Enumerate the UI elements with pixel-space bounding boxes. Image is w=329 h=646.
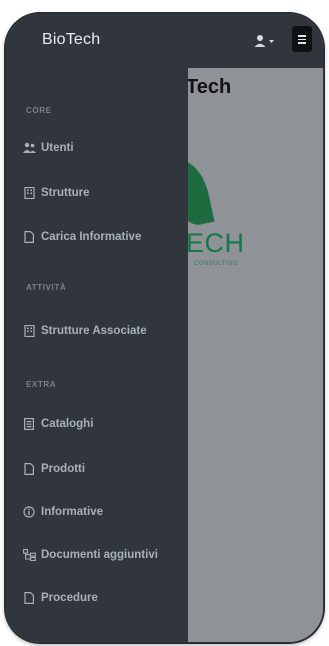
sidebar-item-informative[interactable]: Informative [22, 501, 103, 523]
sidebar-item-label: Prodotti [41, 463, 86, 475]
sidebar-item-documenti-aggiuntivi[interactable]: Documenti aggiuntivi [22, 544, 158, 566]
sidebar-item-procedure[interactable]: Procedure [22, 587, 98, 609]
section-heading-extra: EXTRA [26, 380, 57, 389]
users-icon [22, 141, 36, 155]
sidebar-item-strutture-associate[interactable]: Strutture Associate [22, 320, 147, 342]
sidebar-item-label: Carica Informative [41, 231, 142, 243]
hamburger-icon [298, 42, 306, 44]
sidebar-item-label: Strutture Associate [41, 325, 147, 337]
page-title: Tech [186, 76, 232, 98]
sidebar-item-carica-informative[interactable]: Carica Informative [22, 226, 141, 248]
sidebar-item-label: Strutture [41, 187, 90, 199]
phone-frame: Tech ECH CONSULTING BioTech CORE Utenti [6, 14, 323, 642]
building-icon [22, 186, 36, 200]
building-icon [22, 324, 36, 338]
sidebar-item-label: Documenti aggiuntivi [41, 549, 158, 561]
folder-tree-icon [22, 548, 36, 562]
brand-title[interactable]: BioTech [42, 31, 100, 49]
sidebar-item-label: Procedure [41, 592, 98, 604]
file-icon [22, 230, 36, 244]
sidebar-item-strutture[interactable]: Strutture [22, 182, 90, 204]
hamburger-icon [298, 38, 306, 40]
top-navbar: BioTech [6, 14, 323, 68]
menu-toggle-button[interactable] [292, 26, 312, 52]
sidebar-item-prodotti[interactable]: Prodotti [22, 458, 85, 480]
sidebar-item-cataloghi[interactable]: Cataloghi [22, 413, 93, 435]
sidebar-item-label: Utenti [41, 142, 74, 154]
logo-text: ECH [186, 228, 245, 258]
user-icon [254, 35, 274, 47]
file-icon [22, 591, 36, 605]
sidebar-item-label: Cataloghi [41, 418, 94, 430]
user-dropdown-toggle[interactable] [254, 34, 278, 48]
sidebar-menu: CORE Utenti Strutture Carica Informative… [6, 68, 188, 642]
main-content: Tech ECH CONSULTING [165, 68, 323, 642]
section-heading-attivita: ATTIVITÀ [26, 283, 67, 292]
section-heading-core: CORE [26, 106, 52, 115]
sidebar-item-label: Informative [41, 506, 103, 518]
list-icon [22, 417, 36, 431]
hamburger-icon [298, 35, 306, 37]
file-icon [22, 462, 36, 476]
info-circle-icon [22, 505, 36, 519]
logo-subtitle: CONSULTING [194, 261, 238, 267]
sidebar-item-utenti[interactable]: Utenti [22, 137, 74, 159]
